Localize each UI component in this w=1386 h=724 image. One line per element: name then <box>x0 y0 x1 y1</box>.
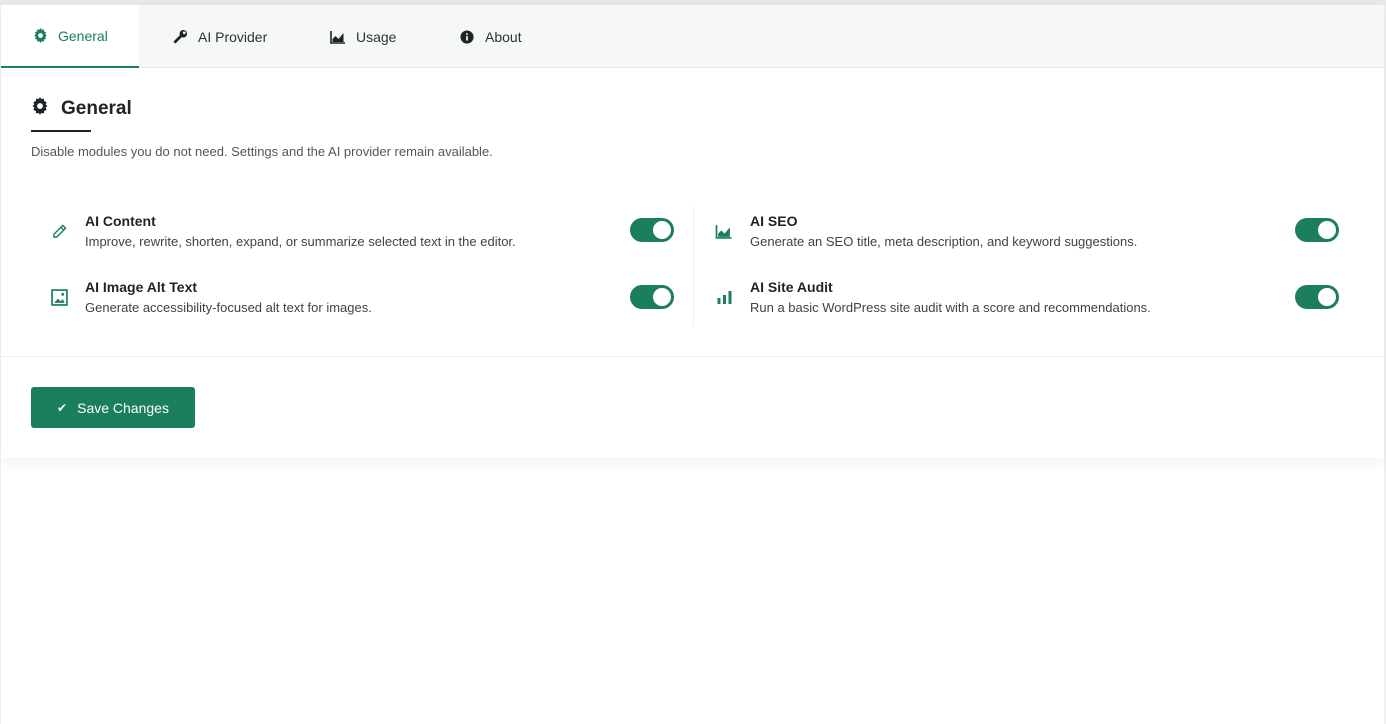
module-title: AI SEO <box>750 213 798 229</box>
save-button-label: Save Changes <box>77 399 169 416</box>
area-chart-icon <box>714 221 734 241</box>
area-chart-icon <box>330 29 346 45</box>
toggle-knob <box>1318 221 1336 239</box>
tab-ai-provider[interactable]: AI Provider <box>172 5 267 68</box>
bar-chart-icon <box>714 287 734 307</box>
footer-divider <box>1 356 1384 357</box>
ai-image-alt-text-toggle[interactable] <box>630 285 674 309</box>
module-title: AI Site Audit <box>750 279 833 295</box>
gear-icon <box>32 28 48 44</box>
page-title: General <box>61 98 132 119</box>
module-description: Run a basic WordPress site audit with a … <box>750 300 1151 315</box>
ai-seo-toggle[interactable] <box>1295 218 1339 242</box>
tab-general[interactable]: General <box>1 5 139 68</box>
tab-label: About <box>485 28 522 45</box>
checkmark-icon: ✔ <box>57 400 68 415</box>
settings-canvas: General AI Provider Usage About General … <box>1 5 1384 724</box>
toggle-knob <box>653 288 671 306</box>
pencil-icon <box>49 221 69 241</box>
tab-bar: General AI Provider Usage About <box>1 5 1384 68</box>
module-title: AI Content <box>85 213 156 229</box>
tab-label: AI Provider <box>198 28 268 45</box>
module-description: Improve, rewrite, shorten, expand, or su… <box>85 234 516 249</box>
title-underline <box>31 130 91 132</box>
tab-label: Usage <box>356 28 397 45</box>
module-description: Generate accessibility-focused alt text … <box>85 300 372 315</box>
section-heading: General <box>31 97 132 121</box>
module-description: Generate an SEO title, meta description,… <box>750 234 1138 249</box>
settings-card: General AI Provider Usage About General … <box>1 5 1384 458</box>
module-title: AI Image Alt Text <box>85 279 198 295</box>
wrench-icon <box>172 29 188 45</box>
ai-content-toggle[interactable] <box>630 218 674 242</box>
gear-icon <box>31 97 49 121</box>
info-icon <box>459 29 475 45</box>
image-icon <box>49 287 69 307</box>
toggle-knob <box>653 221 671 239</box>
tab-about[interactable]: About <box>459 5 522 68</box>
toggle-knob <box>1318 288 1336 306</box>
ai-site-audit-toggle[interactable] <box>1295 285 1339 309</box>
column-divider <box>693 207 694 327</box>
tab-usage[interactable]: Usage <box>330 5 396 68</box>
tab-label: General <box>58 27 108 44</box>
section-description: Disable modules you do not need. Setting… <box>31 144 493 159</box>
save-changes-button[interactable]: ✔ Save Changes <box>31 387 195 428</box>
